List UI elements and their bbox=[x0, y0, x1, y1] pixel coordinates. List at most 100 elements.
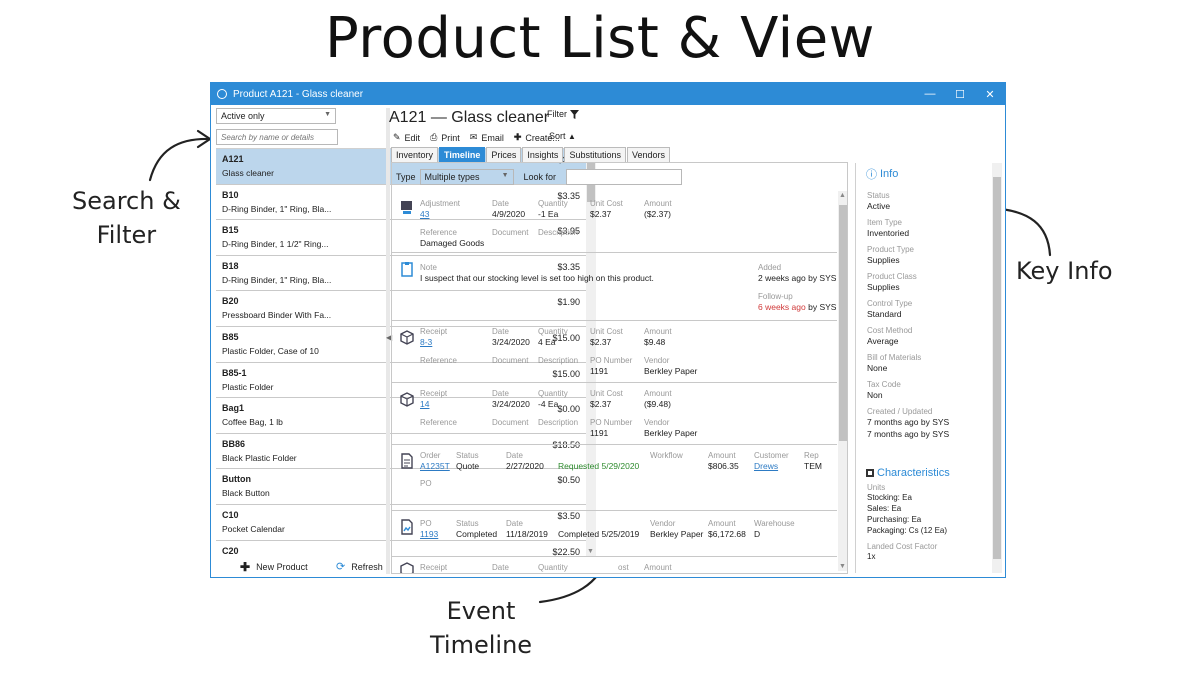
unit-purchasing: Purchasing: Ea bbox=[867, 515, 922, 524]
unit-cost-label: Unit Cost bbox=[590, 389, 623, 398]
event-id-link[interactable]: 8-3 bbox=[420, 337, 447, 347]
quantity-label: Quantity bbox=[538, 563, 568, 572]
amount-label: Amount bbox=[644, 199, 672, 208]
close-button[interactable]: ✕ bbox=[975, 83, 1005, 105]
po-number-label: PO Number bbox=[590, 356, 633, 365]
status-filter-select[interactable]: Active only ▼ bbox=[216, 108, 336, 124]
tab-insights[interactable]: Insights bbox=[522, 147, 564, 163]
receipt-box-icon bbox=[400, 330, 414, 345]
scroll-thumb[interactable] bbox=[993, 177, 1001, 559]
app-icon bbox=[217, 89, 227, 99]
refresh-icon: ⟳ bbox=[336, 561, 346, 573]
warehouse-label: Warehouse bbox=[754, 519, 795, 528]
minimize-button[interactable]: — bbox=[915, 83, 945, 105]
quantity-label: Quantity bbox=[538, 199, 568, 208]
timeline-event-po[interactable]: PO1193 StatusCompleted Date11/18/2019 .C… bbox=[392, 511, 837, 557]
info-field-label: Product Class bbox=[867, 272, 917, 281]
timeline-events: Adjustment 43 Date 4/9/2020 Quantity -1 Ea … bbox=[392, 191, 837, 573]
event-status: Quote bbox=[456, 461, 480, 471]
look-for-input[interactable] bbox=[566, 169, 683, 185]
quantity-label: Quantity bbox=[538, 389, 568, 398]
create-button[interactable]: ✚ Create... bbox=[514, 132, 560, 143]
timeline-event-adjustment[interactable]: Adjustment 43 Date 4/9/2020 Quantity -1 Ea … bbox=[392, 191, 837, 253]
product-title: A121 — Glass cleaner bbox=[389, 109, 550, 126]
event-type-label: Order bbox=[420, 451, 441, 460]
event-id-link[interactable]: A1235T bbox=[420, 461, 450, 471]
tab-prices[interactable]: Prices bbox=[486, 147, 522, 163]
timeline-scrollbar[interactable]: ▲ ▼ bbox=[838, 191, 847, 571]
callout-event-timeline: Event Timeline bbox=[430, 594, 532, 662]
rep-label: Rep bbox=[804, 451, 819, 460]
scroll-down-icon[interactable]: ▼ bbox=[839, 563, 846, 570]
amount-label: Amount bbox=[708, 451, 736, 460]
adjustment-icon bbox=[401, 201, 412, 214]
note-followup: 6 weeks ago bbox=[758, 302, 806, 312]
event-id-link[interactable]: 14 bbox=[420, 399, 447, 409]
event-amount: $6,172.68 bbox=[708, 529, 746, 539]
info-field-label: Tax Code bbox=[867, 380, 901, 389]
characteristics-icon bbox=[866, 469, 874, 477]
info-scrollbar[interactable] bbox=[992, 163, 1002, 573]
unit-sales: Sales: Ea bbox=[867, 504, 902, 513]
scroll-up-icon[interactable]: ▲ bbox=[839, 192, 846, 199]
event-rep: TEM bbox=[804, 461, 822, 471]
vendor-label: Vendor bbox=[650, 519, 676, 528]
reference-label: Reference bbox=[420, 356, 457, 365]
info-field-value: Standard bbox=[867, 309, 902, 319]
landed-cost-value: 1x bbox=[867, 552, 876, 561]
scroll-thumb[interactable] bbox=[839, 205, 847, 441]
search-input[interactable] bbox=[216, 129, 338, 145]
tab-inventory[interactable]: Inventory bbox=[391, 147, 439, 163]
event-type-label: Receipt bbox=[420, 389, 448, 398]
timeline-event-receipt[interactable]: Receipt 8-3 Date 3/24/2020 Quantity 4 Ea Un… bbox=[392, 321, 837, 383]
document-label: Document bbox=[492, 228, 529, 237]
unit-cost-label: Unit Cost bbox=[590, 327, 623, 336]
event-id-link[interactable]: 43 bbox=[420, 209, 460, 219]
new-product-button[interactable]: ✚ New Product bbox=[240, 560, 308, 574]
event-customer-link[interactable]: Drews bbox=[754, 461, 789, 471]
detail-tabs: Inventory Timeline Prices Insights Subst… bbox=[391, 147, 671, 163]
type-filter-select[interactable]: Multiple types ▼ bbox=[419, 169, 514, 185]
event-warehouse: D bbox=[754, 529, 761, 539]
type-filter-value: Multiple types bbox=[424, 172, 480, 182]
callout-search-line1: Search & bbox=[72, 187, 181, 215]
printer-icon: ⎙ bbox=[430, 132, 438, 142]
info-fields: Status Active Item Type Inventoried Product … bbox=[867, 191, 987, 446]
timeline-event-note[interactable]: Note I suspect that our stocking level is… bbox=[392, 253, 837, 321]
status-label: Status bbox=[456, 519, 479, 528]
window-title: Product A121 - Glass cleaner bbox=[233, 88, 364, 100]
maximize-button[interactable]: ☐ bbox=[945, 83, 975, 105]
plus-icon: ✚ bbox=[513, 132, 522, 142]
timeline-event-receipt[interactable]: Receipt 14 Date 3/24/2020 Quantity -4 Ea Un… bbox=[392, 383, 837, 445]
info-pane: ⓘ Info Status Active Item Type Inventoried P… bbox=[855, 163, 1003, 573]
vendor-label: Vendor bbox=[644, 418, 670, 427]
info-field: Tax Code Non bbox=[867, 380, 987, 401]
info-field-value: Supplies bbox=[867, 282, 900, 292]
email-button[interactable]: ✉ Email bbox=[470, 132, 504, 143]
tab-vendors[interactable]: Vendors bbox=[626, 147, 670, 163]
event-po-number: 1191 bbox=[590, 366, 609, 376]
event-id-link[interactable]: 1193 bbox=[420, 529, 438, 539]
timeline-event-order[interactable]: OrderA1235T StatusQuote Date2/27/2020 .R… bbox=[392, 445, 837, 511]
info-field: Bill of Materials None bbox=[867, 353, 987, 374]
po-label: PO bbox=[420, 479, 432, 488]
refresh-button[interactable]: ⟳ Refresh bbox=[336, 560, 383, 573]
reference-label: Reference bbox=[420, 228, 457, 237]
event-quantity: 4 Ea bbox=[538, 337, 556, 347]
timeline-event-receipt[interactable]: Receipt Date Quantity ost Amount bbox=[392, 557, 837, 573]
tab-substitutions[interactable]: Substitutions bbox=[564, 147, 626, 163]
note-added: 2 weeks ago by SYS bbox=[758, 273, 837, 283]
description-label: Description bbox=[538, 356, 579, 365]
title-bar[interactable]: Product A121 - Glass cleaner — ☐ ✕ bbox=[211, 83, 1005, 105]
info-field-value: 7 months ago by SYS bbox=[867, 417, 950, 427]
event-amount: $806.35 bbox=[708, 461, 739, 471]
slide-title: Product List & View bbox=[325, 6, 875, 71]
tab-timeline[interactable]: Timeline bbox=[439, 147, 486, 163]
note-label: Note bbox=[420, 263, 437, 272]
quantity-label: Quantity bbox=[538, 327, 568, 336]
edit-button[interactable]: ✎ Edit bbox=[393, 132, 420, 143]
event-status: Completed bbox=[456, 529, 498, 539]
new-product-label: New Product bbox=[256, 562, 308, 572]
print-button[interactable]: ⎙ Print bbox=[430, 132, 460, 143]
pencil-icon: ✎ bbox=[393, 132, 401, 142]
